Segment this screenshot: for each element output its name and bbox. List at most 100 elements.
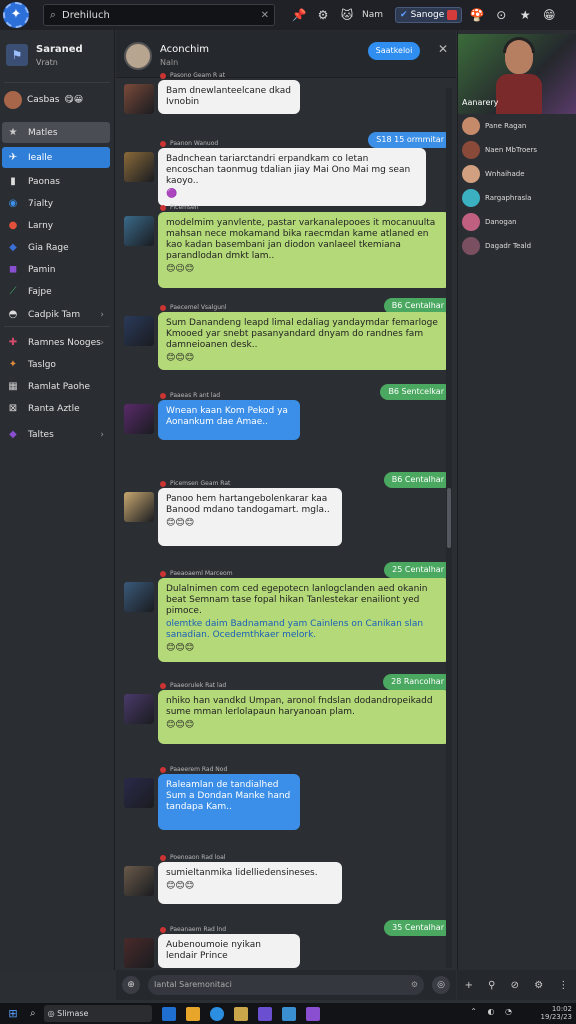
sidebar-item[interactable]: ▮ Paonas <box>2 171 110 192</box>
contact-item[interactable]: Wnhaihade <box>462 164 574 184</box>
search-input[interactable]: ⌕ Drehiluch ✕ <box>43 4 275 26</box>
scrollbar[interactable] <box>446 88 452 968</box>
video-preview[interactable]: Aanarery <box>458 34 576 114</box>
message-bubble[interactable]: Wnean kaan Kom Pekod ya Aonankum dae Ama… <box>158 400 300 440</box>
message-bubble[interactable]: Panoo hem hartangebolenkarar kaa Banood … <box>158 488 342 546</box>
avatar[interactable] <box>124 84 154 114</box>
message-bubble[interactable]: Raleamlan de tandialhed Sum a Dondan Man… <box>158 774 300 830</box>
avatar[interactable] <box>124 866 154 896</box>
attach-icon[interactable]: ⊕ <box>122 976 140 994</box>
sidebar-item[interactable]: ◆ Taltes › <box>2 424 110 445</box>
send-icon[interactable]: ◎ <box>432 976 450 994</box>
avatar[interactable] <box>124 778 154 808</box>
link-icon[interactable]: ⚲ <box>488 980 495 991</box>
search-icon[interactable]: ⌕ <box>30 1008 36 1019</box>
avatar[interactable] <box>124 42 152 70</box>
sidebar-item-label: Gia Rage <box>28 242 69 253</box>
message-bubble[interactable]: Aubenoumoie nyikan lendair Prince <box>158 934 300 968</box>
reaction-emoji[interactable]: 😊😊😊 <box>166 643 442 654</box>
message-bubble[interactable]: sumieltanmika lidelliedensineses. 😊😊😊 <box>158 862 342 904</box>
headphones-icon <box>503 37 535 53</box>
mushroom-icon[interactable]: 🍄 <box>468 6 486 24</box>
reaction-emoji[interactable]: 😊😊😊 <box>166 881 334 892</box>
contact-item[interactable]: Rargaphrasla <box>462 188 574 208</box>
clock[interactable]: 10:02 19/23/23 <box>541 1005 572 1021</box>
sidebar-item[interactable]: ◓ Cadpik Tam › <box>2 304 110 325</box>
browser-icon[interactable] <box>209 1006 224 1021</box>
menu-icon[interactable]: ⋮ <box>558 980 568 991</box>
app-logo-icon[interactable]: ✦ <box>3 2 29 28</box>
sidebar-item-label: Paonas <box>28 176 60 187</box>
windows-icon[interactable]: ⊞ <box>4 1007 22 1020</box>
user-label[interactable]: Nam <box>362 10 383 20</box>
sidebar-item[interactable]: ⟋ Fajpe <box>2 281 110 302</box>
folder-icon[interactable] <box>185 1006 200 1021</box>
sanoge-button[interactable]: ✔ Sanoge <box>395 7 463 23</box>
sidebar-item[interactable]: ✚ Ramnes Nooges › <box>2 332 110 353</box>
reaction-emoji[interactable]: 😊😊😊 <box>166 518 334 529</box>
message-bubble[interactable]: modelmim yanvlente, pastar varkanalepooe… <box>158 212 450 288</box>
emoji-picker-icon[interactable]: ⚙ <box>411 975 418 995</box>
sidebar-item-label: Cadpik Tam <box>28 309 81 320</box>
reaction-emoji[interactable]: 🟣 <box>166 189 418 200</box>
reaction-emoji[interactable]: 😊😊😊 <box>166 720 442 731</box>
message-bubble[interactable]: nhiko han vandkd Umpan, aronol fndslan d… <box>158 690 450 744</box>
contact-item[interactable]: Dagadr Teald <box>462 236 574 256</box>
avatar[interactable] <box>124 938 154 968</box>
avatar[interactable] <box>124 316 154 346</box>
sidebar-item[interactable]: ◉ 7ialty <box>2 193 110 214</box>
reaction-emoji[interactable]: 😊😊😊 <box>166 353 442 364</box>
header-action-button[interactable]: Saatkeloi <box>368 42 420 60</box>
sidebar-item[interactable]: ★ Matles <box>2 122 110 143</box>
status-dot-icon <box>160 570 166 577</box>
message-meta: Paecemel Vsalgunl <box>160 304 226 311</box>
avatar[interactable]: 🐱 <box>338 6 356 24</box>
taskbar-search[interactable]: ◎ Slimase <box>43 1005 152 1022</box>
sidebar-item[interactable]: ● Larny <box>2 215 110 236</box>
close-icon[interactable]: ✕ <box>438 42 448 56</box>
sidebar-item[interactable]: ◼ Pamin <box>2 259 110 280</box>
emoji-icon[interactable]: 😁 <box>540 6 558 24</box>
sidebar-header: ⚑ Saraned Vratn <box>4 40 112 80</box>
message-bubble[interactable]: Dulalnimen com ced egepotecn lanlogcland… <box>158 578 450 662</box>
avatar[interactable] <box>124 582 154 612</box>
sidebar-item[interactable]: ✦ Taslgo <box>2 354 110 375</box>
settings-icon[interactable]: ⚙ <box>534 980 543 991</box>
contact-item[interactable]: Pane Ragan <box>462 116 574 136</box>
sidebar-item-label: Taltes <box>28 429 54 440</box>
chat-app-icon[interactable] <box>281 1006 296 1021</box>
sidebar-item[interactable]: ▦ Ramlat Paohe <box>2 376 110 397</box>
avatar[interactable] <box>124 404 154 434</box>
message-bubble[interactable]: Bam dnewlanteelcane dkad Ivnobin <box>158 80 300 114</box>
sidebar-user[interactable]: Casbas 😋😀 <box>4 88 112 112</box>
sidebar-item[interactable]: ⊠ Ranta Aztle <box>2 398 110 419</box>
message-bubble[interactable]: Badnchean tariarctandri erpandkam co let… <box>158 148 426 206</box>
plus-icon[interactable]: + <box>465 980 473 991</box>
clear-search-icon[interactable]: ✕ <box>261 10 269 21</box>
pin-icon[interactable]: 📌 <box>290 6 308 24</box>
files-icon[interactable] <box>233 1006 248 1021</box>
gear-icon[interactable]: ⚙ <box>314 6 332 24</box>
date-stamp: B6 Sentcelkar <box>380 384 452 400</box>
sidebar-item[interactable]: ✈ Iealle <box>2 147 110 168</box>
server-logo-icon[interactable]: ⚑ <box>6 44 28 66</box>
bookmark-icon[interactable]: ★ <box>516 6 534 24</box>
message-link[interactable]: olemtke daim Badnamand yam Cainlens on C… <box>166 619 442 641</box>
message-input[interactable]: Iantal Saremonitaci ⚙ <box>148 975 424 995</box>
avatar[interactable] <box>124 152 154 182</box>
message-bubble[interactable]: Sum Danandeng leapd limal edaliag yanday… <box>158 312 450 370</box>
sidebar-item[interactable]: ◆ Gia Rage <box>2 237 110 258</box>
contact-item[interactable]: Naen MbTroers <box>462 140 574 160</box>
avatar[interactable] <box>124 216 154 246</box>
tray-icons[interactable]: ⌃ ◐ ◔ <box>470 1007 516 1016</box>
contact-item[interactable]: Danogan <box>462 212 574 232</box>
avatar[interactable] <box>124 694 154 724</box>
status-icon[interactable]: ⊘ <box>511 980 519 991</box>
app-icon[interactable] <box>161 1006 176 1021</box>
status-icon[interactable]: ⊙ <box>492 6 510 24</box>
reaction-emoji[interactable]: 😊😉😊 <box>166 264 442 275</box>
image-icon: ▦ <box>8 381 18 392</box>
game-icon[interactable] <box>305 1006 320 1021</box>
store-icon[interactable] <box>257 1006 272 1021</box>
avatar[interactable] <box>124 492 154 522</box>
